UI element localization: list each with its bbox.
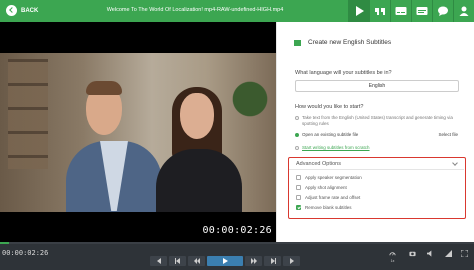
step-forward-icon bbox=[270, 258, 276, 264]
language-question: What language will your subtitles be in? bbox=[295, 70, 392, 76]
subtitles-alt-icon bbox=[416, 7, 428, 15]
player-controls: 00:00:02:26 1x bbox=[0, 244, 474, 270]
panel-title: Create new English Subtitles bbox=[308, 39, 392, 46]
advanced-options: Advanced Options Apply speaker segmentat… bbox=[288, 157, 466, 219]
play-icon bbox=[356, 6, 364, 16]
back-button[interactable]: BACK bbox=[6, 5, 38, 16]
volume-button[interactable] bbox=[427, 250, 434, 257]
signal-icon bbox=[445, 250, 452, 257]
skip-forward-icon bbox=[289, 258, 294, 264]
play-icon bbox=[223, 258, 228, 264]
option-existing-file[interactable]: Open an existing subtitle file bbox=[295, 132, 358, 138]
skip-back-button[interactable] bbox=[150, 256, 167, 266]
bookshelf bbox=[8, 59, 48, 169]
fullscreen-button[interactable] bbox=[461, 250, 468, 257]
back-label: BACK bbox=[21, 7, 39, 14]
subtitles-tab-button[interactable] bbox=[390, 0, 411, 22]
back-arrow-icon bbox=[6, 5, 17, 16]
checkbox-frame-rate[interactable]: Adjust frame rate and offset bbox=[296, 195, 360, 200]
fullscreen-icon bbox=[461, 250, 468, 257]
radio-button[interactable] bbox=[295, 116, 299, 120]
advanced-options-title: Advanced Options bbox=[296, 161, 341, 167]
camera-icon bbox=[409, 251, 416, 257]
checkbox[interactable] bbox=[296, 195, 301, 200]
skip-back-icon bbox=[156, 258, 161, 264]
subtitles-icon bbox=[395, 7, 407, 15]
chat-icon bbox=[438, 6, 448, 16]
rewind-button[interactable] bbox=[188, 256, 205, 266]
radio-button[interactable] bbox=[295, 146, 299, 150]
user-icon bbox=[459, 6, 469, 16]
subtitle-panel: Create new English Subtitles What langua… bbox=[276, 22, 474, 242]
step-back-button[interactable] bbox=[169, 256, 186, 266]
chevron-down-icon[interactable] bbox=[452, 160, 458, 166]
checkbox[interactable] bbox=[296, 175, 301, 180]
radio-button-selected[interactable] bbox=[295, 133, 299, 137]
video-frame bbox=[0, 53, 276, 212]
option-scratch[interactable]: Start writing subtitles from scratch bbox=[295, 145, 370, 151]
chat-tab-button[interactable] bbox=[432, 0, 453, 22]
volume-icon bbox=[427, 250, 432, 257]
current-time: 00:00:02:26 bbox=[2, 249, 49, 257]
option-transcript[interactable]: Take text from the English (United State… bbox=[295, 115, 465, 126]
checkbox-remove-blank[interactable]: Remove blank subtitles bbox=[296, 205, 352, 210]
subtitles-alt-tab-button[interactable] bbox=[411, 0, 432, 22]
language-select[interactable]: English bbox=[295, 80, 459, 92]
plant bbox=[228, 63, 272, 123]
checkbox[interactable] bbox=[296, 185, 301, 190]
video-player[interactable]: 00:00:02:26 bbox=[0, 22, 276, 242]
video-title: Welcome To The World Of Localization! mp… bbox=[106, 7, 284, 13]
quote-tab-button[interactable] bbox=[369, 0, 390, 22]
speed-control[interactable]: 1x bbox=[389, 250, 396, 263]
advanced-options-header[interactable]: Advanced Options bbox=[289, 158, 464, 170]
play-button[interactable] bbox=[207, 256, 243, 266]
flag-icon bbox=[294, 40, 301, 46]
top-bar: BACK Welcome To The World Of Localizatio… bbox=[0, 0, 474, 22]
speed-label: 1x bbox=[390, 259, 395, 263]
select-file-button[interactable]: Select file bbox=[438, 132, 458, 137]
video-timecode: 00:00:02:26 bbox=[202, 225, 272, 236]
step-forward-button[interactable] bbox=[264, 256, 281, 266]
step-back-icon bbox=[174, 258, 180, 264]
user-tab-button[interactable] bbox=[453, 0, 474, 22]
signal-button[interactable] bbox=[445, 250, 452, 257]
checkbox-speaker-segmentation[interactable]: Apply speaker segmentation bbox=[296, 175, 362, 180]
checkbox-shot-alignment[interactable]: Apply shot alignment bbox=[296, 185, 347, 190]
start-question: How would you like to start? bbox=[295, 104, 364, 110]
toolbar bbox=[348, 0, 474, 22]
rewind-icon bbox=[193, 258, 200, 264]
skip-forward-button[interactable] bbox=[283, 256, 300, 266]
fast-forward-button[interactable] bbox=[245, 256, 262, 266]
checkbox-checked[interactable] bbox=[296, 205, 301, 210]
transport-controls bbox=[150, 256, 300, 266]
fast-forward-icon bbox=[250, 258, 257, 264]
speedometer-icon bbox=[389, 252, 396, 256]
quote-icon bbox=[375, 8, 385, 15]
play-tab-button[interactable] bbox=[348, 0, 369, 22]
screenshot-button[interactable] bbox=[409, 250, 416, 257]
